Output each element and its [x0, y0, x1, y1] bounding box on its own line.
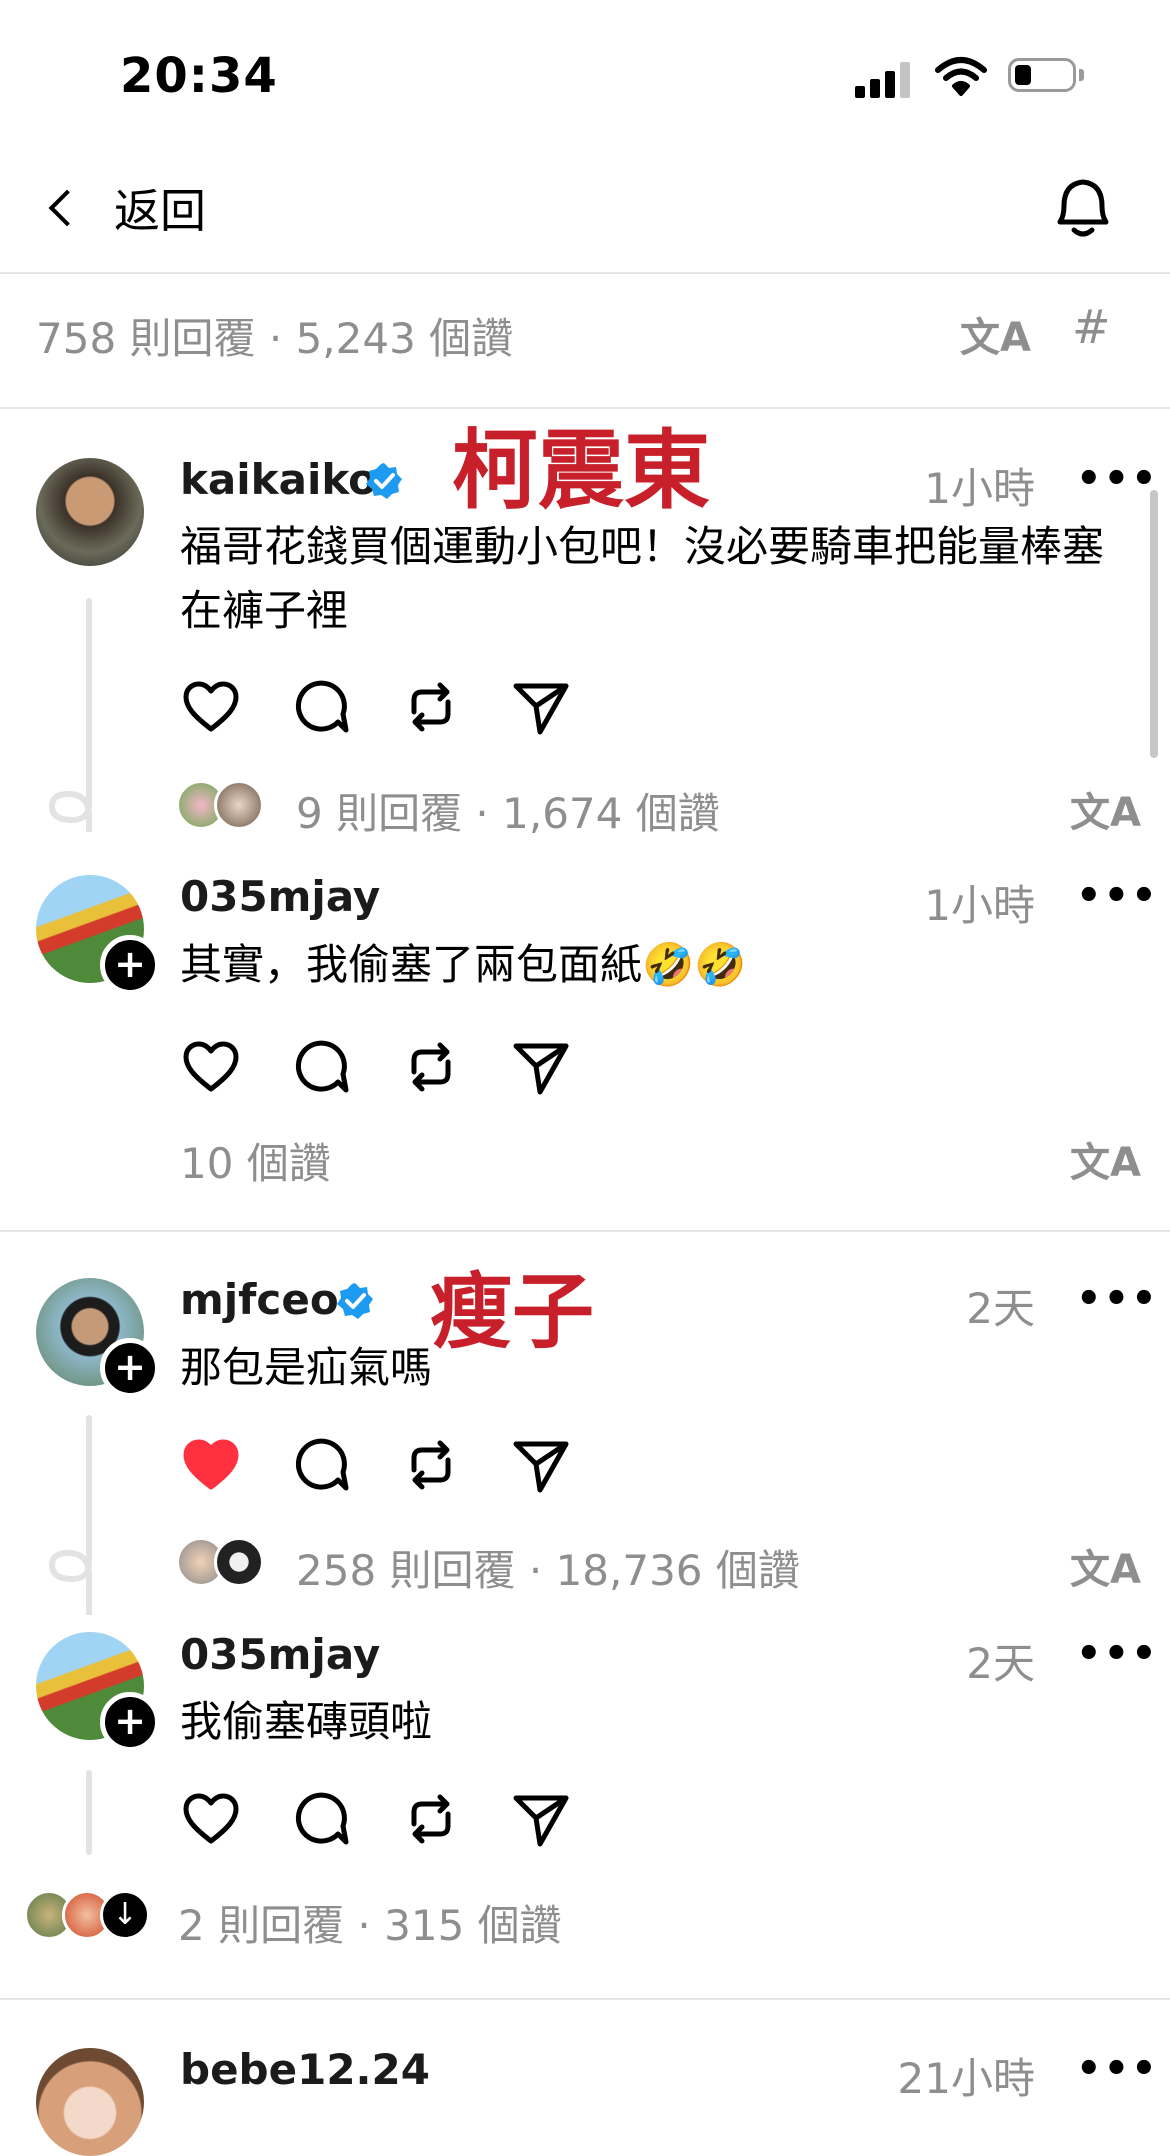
- repost-icon[interactable]: [400, 1434, 462, 1496]
- thread-line: [86, 1415, 92, 1550]
- comment-text: 那包是疝氣嗎: [180, 1343, 433, 1392]
- share-icon[interactable]: [510, 1788, 572, 1850]
- bell-icon[interactable]: [1050, 172, 1116, 244]
- more-options-icon[interactable]: •••: [1076, 2046, 1159, 2092]
- back-label: 返回: [114, 184, 206, 238]
- wifi-icon: [935, 57, 987, 96]
- section-divider: [0, 1230, 1170, 1232]
- reply-username[interactable]: 035mjay: [180, 1630, 380, 1679]
- comment-time: 1小時: [924, 464, 1035, 513]
- comment-time: 2天: [966, 1284, 1035, 1333]
- heart-icon[interactable]: [180, 1036, 242, 1098]
- comment-icon[interactable]: [290, 1434, 352, 1496]
- heart-icon[interactable]: [180, 676, 242, 738]
- action-bar: [180, 1036, 572, 1098]
- comment-time: 21小時: [897, 2054, 1035, 2103]
- verified-badge-icon: [337, 1283, 373, 1319]
- reply-text: 我偷塞磚頭啦: [180, 1697, 433, 1746]
- follow-plus-icon[interactable]: +: [100, 1692, 160, 1752]
- battery-icon: [1008, 58, 1088, 94]
- thread-line: [86, 1770, 92, 1855]
- more-options-icon[interactable]: •••: [1076, 1631, 1159, 1677]
- share-icon[interactable]: [510, 1434, 572, 1496]
- more-options-icon[interactable]: •••: [1076, 456, 1159, 502]
- follow-plus-icon[interactable]: +: [100, 935, 160, 995]
- avatar-kaikaiko[interactable]: [36, 458, 144, 566]
- reply-avatars: ↓: [24, 1890, 164, 1942]
- replies-summary[interactable]: 9 則回覆 · 1,674 個讚: [296, 780, 720, 841]
- reply-time: 1小時: [924, 881, 1035, 930]
- likes-count[interactable]: 10 個讚: [180, 1130, 331, 1191]
- thread-loop-icon: [48, 776, 92, 832]
- share-icon[interactable]: [510, 1036, 572, 1098]
- action-bar: [180, 1434, 572, 1496]
- comment-icon[interactable]: [290, 1036, 352, 1098]
- header-divider: [0, 272, 1170, 274]
- status-time: 20:34: [120, 48, 278, 104]
- chevron-left-icon: [48, 189, 86, 227]
- heart-icon[interactable]: [180, 1788, 242, 1850]
- repost-icon[interactable]: [400, 1788, 462, 1850]
- translate-icon[interactable]: 文A: [1070, 780, 1141, 838]
- thread-loop-icon: [48, 1535, 92, 1615]
- back-button[interactable]: 返回: [40, 172, 206, 244]
- action-bar: [180, 676, 572, 738]
- translate-icon[interactable]: 文A: [1070, 1130, 1141, 1188]
- thread-line: [86, 598, 92, 798]
- share-icon[interactable]: [510, 676, 572, 738]
- repost-icon[interactable]: [400, 1036, 462, 1098]
- reply-text: 其實，我偷塞了兩包面紙🤣🤣: [180, 940, 747, 989]
- comment-icon[interactable]: [290, 676, 352, 738]
- translate-icon[interactable]: 文A: [960, 305, 1031, 363]
- reply-time: 2天: [966, 1639, 1035, 1688]
- follow-plus-icon[interactable]: +: [100, 1338, 160, 1398]
- cellular-signal-icon: [855, 62, 915, 98]
- comment-text: 福哥花錢買個運動小包吧！沒必要騎車把能量棒塞在褲子裡: [180, 522, 1105, 635]
- heart-icon-liked[interactable]: [180, 1434, 242, 1496]
- comment-username[interactable]: bebe12.24: [180, 2045, 430, 2094]
- action-bar: [180, 1788, 572, 1850]
- hashtag-icon[interactable]: #: [1072, 300, 1111, 354]
- more-options-icon[interactable]: •••: [1076, 873, 1159, 919]
- comment-username[interactable]: mjfceo: [180, 1275, 339, 1324]
- comment-username[interactable]: kaikaiko: [180, 455, 377, 504]
- more-options-icon[interactable]: •••: [1076, 1276, 1159, 1322]
- reply-username[interactable]: 035mjay: [180, 872, 380, 921]
- translate-icon[interactable]: 文A: [1070, 1537, 1141, 1595]
- avatar-bebe1224[interactable]: [36, 2048, 144, 2156]
- section-divider: [0, 1998, 1170, 2000]
- post-stats[interactable]: 758 則回覆 · 5,243 個讚: [36, 305, 513, 366]
- verified-badge-icon: [366, 463, 402, 499]
- replies-summary[interactable]: 258 則回覆 · 18,736 個讚: [296, 1537, 800, 1598]
- annotation-label: 柯震東: [452, 421, 710, 521]
- reply-avatars: [176, 780, 266, 830]
- scrollbar[interactable]: [1150, 490, 1158, 758]
- reply-avatars: [176, 1537, 266, 1587]
- replies-summary[interactable]: 2 則回覆 · 315 個讚: [178, 1892, 562, 1953]
- comment-icon[interactable]: [290, 1788, 352, 1850]
- repost-icon[interactable]: [400, 676, 462, 738]
- arrow-down-icon[interactable]: ↓: [100, 1890, 150, 1940]
